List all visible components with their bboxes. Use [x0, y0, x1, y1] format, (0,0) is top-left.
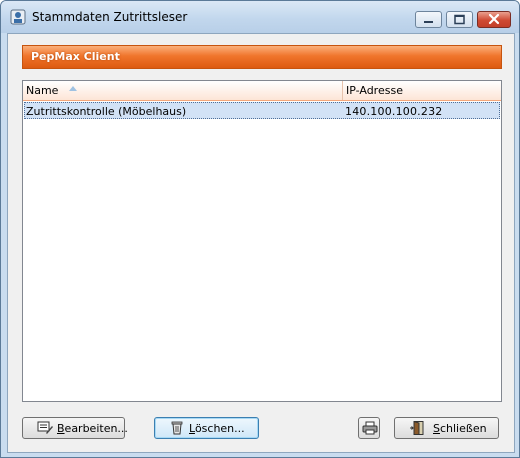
row-ip-cell: 140.100.100.232	[345, 105, 443, 118]
edit-button[interactable]: Bearbeiten...	[22, 417, 128, 439]
trash-icon	[171, 421, 183, 435]
dialog-body: PepMax Client Name IP-Adresse Zutrittsko…	[7, 33, 515, 453]
maximize-button[interactable]	[446, 11, 473, 28]
delete-button[interactable]: Löschen...	[154, 417, 259, 439]
row-name-cell: Zutrittskontrolle (Möbelhaus)	[26, 105, 187, 118]
printer-icon	[362, 421, 378, 435]
app-icon	[10, 9, 26, 25]
column-ip-label: IP-Adresse	[346, 84, 403, 97]
close-button[interactable]: Schließen	[394, 417, 499, 439]
print-button[interactable]	[358, 417, 380, 439]
window-title: Stammdaten Zutrittsleser	[32, 10, 188, 24]
minimize-icon	[424, 21, 433, 23]
edit-button-label: Bearbeiten...	[57, 422, 128, 435]
door-exit-icon	[410, 421, 424, 435]
dialog-window: Stammdaten Zutrittsleser PepMax Client N…	[0, 0, 520, 458]
column-header-name[interactable]: Name	[23, 81, 343, 100]
maximize-icon	[454, 14, 465, 25]
edit-icon	[37, 421, 53, 434]
sort-ascending-icon	[69, 86, 77, 91]
table-row[interactable]: Zutrittskontrolle (Möbelhaus) 140.100.10…	[24, 102, 500, 119]
minimize-button[interactable]	[415, 11, 442, 28]
close-window-button[interactable]	[477, 11, 511, 28]
close-icon	[488, 13, 500, 25]
column-name-label: Name	[26, 84, 59, 97]
list-header: Name IP-Adresse	[23, 81, 501, 101]
delete-button-label: Löschen...	[189, 422, 245, 435]
column-header-ip[interactable]: IP-Adresse	[343, 81, 501, 100]
close-button-label: Schließen	[433, 422, 487, 435]
title-bar[interactable]: Stammdaten Zutrittsleser	[1, 1, 519, 33]
reader-list[interactable]: Name IP-Adresse Zutrittskontrolle (Möbel…	[22, 80, 502, 402]
app-banner: PepMax Client	[22, 45, 502, 69]
banner-text: PepMax Client	[31, 50, 120, 63]
